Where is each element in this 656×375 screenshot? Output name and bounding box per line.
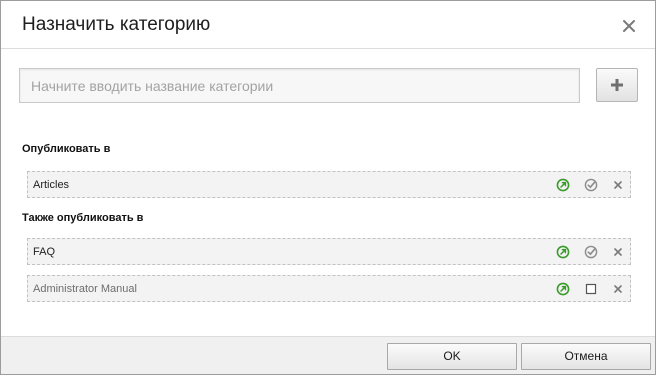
add-category-button[interactable] xyxy=(596,68,638,102)
go-to-category-icon[interactable] xyxy=(556,282,570,296)
dialog-header: Назначить категорию xyxy=(1,1,655,49)
dialog-footer: OK Отмена xyxy=(1,336,655,374)
go-to-category-icon[interactable] xyxy=(556,245,570,259)
category-name: Administrator Manual xyxy=(33,283,137,295)
category-search-input[interactable] xyxy=(19,68,580,103)
close-icon[interactable] xyxy=(621,18,637,34)
go-to-category-icon[interactable] xyxy=(556,178,570,192)
category-row-faq: FAQ xyxy=(27,238,631,265)
check-circle-icon[interactable] xyxy=(584,178,598,192)
remove-icon[interactable] xyxy=(611,178,625,192)
also-publish-in-label: Также опубликовать в xyxy=(22,212,144,224)
remove-icon[interactable] xyxy=(611,282,625,296)
remove-icon[interactable] xyxy=(611,245,625,259)
publish-in-label: Опубликовать в xyxy=(22,143,111,155)
ok-button[interactable]: OK xyxy=(387,343,517,370)
empty-checkbox-icon[interactable] xyxy=(584,282,598,296)
check-circle-icon[interactable] xyxy=(584,245,598,259)
dialog-title: Назначить категорию xyxy=(22,14,211,35)
plus-icon xyxy=(611,79,623,91)
category-name: FAQ xyxy=(33,246,56,258)
category-row-administrator-manual: Administrator Manual xyxy=(27,275,631,302)
category-name: Articles xyxy=(33,179,70,191)
assign-category-dialog: Назначить категорию Опубликовать в Artic… xyxy=(0,0,656,375)
category-row-articles: Articles xyxy=(27,171,631,198)
cancel-button[interactable]: Отмена xyxy=(521,343,651,370)
